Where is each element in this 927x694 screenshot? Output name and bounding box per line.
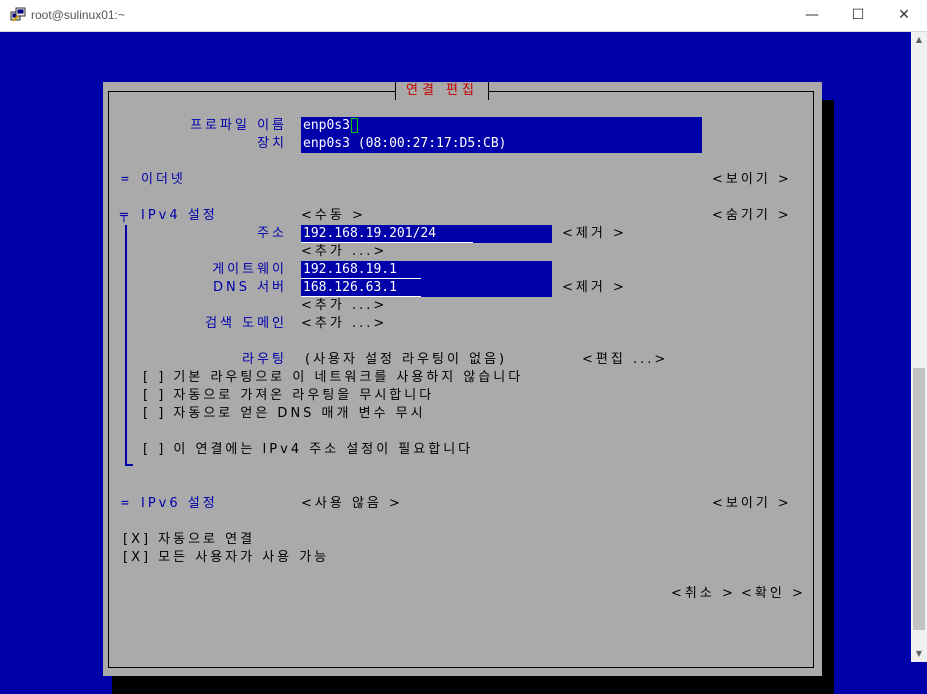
ok-button[interactable]: <확인 > [741,585,806,603]
device-label: 장치 [257,136,287,151]
require-ipv4-checkbox[interactable]: [ ] 이 연결에는 IPv4 주소 설정이 필요합니다 [143,441,473,459]
dialog-shadow [112,676,834,694]
search-domain-label: 검색 도메인 [205,316,287,331]
ipv6-mode-button[interactable]: <사용 않음 > [301,495,403,513]
ignore-auto-routes-checkbox[interactable]: [ ] 자동으로 가져온 라우팅을 무시합니다 [143,387,434,405]
scroll-up-arrow-icon[interactable]: ▲ [911,32,927,48]
never-default-checkbox[interactable]: [ ] 기본 라우팅으로 이 네트워크를 사용하지 않습니다 [143,369,523,387]
all-users-checkbox[interactable]: [X] 모든 사용자가 사용 가능 [123,549,329,567]
terminal-area[interactable]: 연결 편집 프로파일 이름 enp0s3 장치 enp0s3 (08:00:27… [0,32,911,694]
gateway-field[interactable]: 192.168.19.1 [301,261,552,279]
ipv6-show-button[interactable]: <보이기 > [712,495,792,513]
routing-label: 라우팅 [242,352,287,367]
routing-edit-button[interactable]: <편집 ...> [582,351,668,369]
putty-icon [10,7,26,23]
device-field[interactable]: enp0s3 (08:00:27:17:D5:CB) [301,135,702,153]
address-add-button[interactable]: <추가 ...> [301,243,387,261]
ipv4-section-bracket [125,225,127,465]
scrollbar-thumb[interactable] [913,368,925,630]
address-label: 주소 [257,226,287,241]
ethernet-show-button[interactable]: <보이기 > [712,171,792,189]
maximize-button[interactable]: ☐ [835,0,881,31]
text-cursor [350,118,358,133]
dns-server-field[interactable]: 168.126.63.1 [301,279,552,297]
ipv6-marker: = [121,496,129,511]
address-field[interactable]: 192.168.19.201/24 [301,225,552,243]
dns-server-label: DNS 서버 [212,280,287,295]
close-button[interactable]: ✕ [881,0,927,31]
routing-status: (사용자 설정 라우팅이 없음) [305,352,508,367]
search-domain-add-button[interactable]: <추가 ...> [301,315,387,333]
dialog-title: 연결 편집 [395,82,489,100]
address-remove-button[interactable]: <제거 > [562,225,627,243]
vertical-scrollbar[interactable]: ▲ ▼ [911,32,927,662]
ipv6-section-label: IPv6 설정 [141,496,218,511]
ignore-auto-dns-checkbox[interactable]: [ ] 자동으로 얻은 DNS 매개 변수 무시 [143,405,426,423]
window-titlebar: root@sulinux01:~ — ☐ ✕ [0,0,927,32]
ipv4-section-bracket-end [125,464,133,466]
ipv4-hide-button[interactable]: <숨기기 > [712,207,792,225]
ethernet-section-label: 이더넷 [141,172,186,187]
edit-connection-dialog: 연결 편집 프로파일 이름 enp0s3 장치 enp0s3 (08:00:27… [103,82,822,676]
profile-name-label: 프로파일 이름 [190,118,287,133]
window-title: root@sulinux01:~ [31,8,125,22]
profile-name-value: enp0s3 [303,118,350,133]
dns-remove-button[interactable]: <제거 > [562,279,627,297]
scroll-down-arrow-icon[interactable]: ▼ [911,646,927,662]
minimize-button[interactable]: — [789,0,835,31]
gateway-label: 게이트웨이 [212,262,287,277]
ipv4-marker: ╤ [120,208,128,223]
dialog-shadow [822,100,834,694]
ipv4-section-label: IPv4 설정 [141,208,218,223]
profile-name-field[interactable]: enp0s3 [301,117,702,135]
auto-connect-checkbox[interactable]: [X] 자동으로 연결 [123,531,255,549]
cancel-button[interactable]: <취소 > [671,585,736,603]
ethernet-marker: = [121,172,129,187]
ipv4-mode-button[interactable]: <수동 > [301,207,366,225]
dns-add-button[interactable]: <추가 ...> [301,297,387,315]
